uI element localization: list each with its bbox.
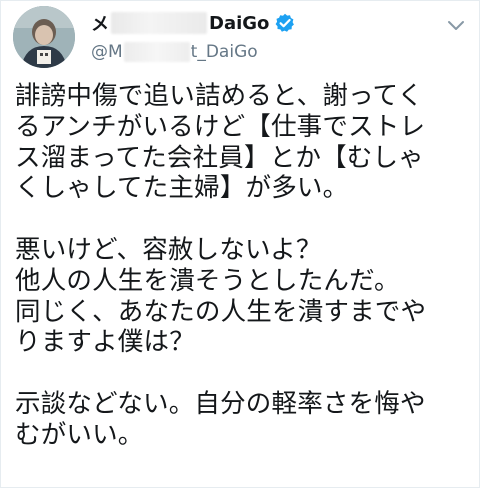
author-name[interactable]: メ DaiGo xyxy=(91,10,295,36)
tweet-line: むがいい。 xyxy=(15,419,144,450)
tweet-line: 他人の人生を潰そうとしたんだ。 xyxy=(15,265,400,296)
author-handle-suffix: t_DaiGo xyxy=(190,42,258,62)
avatar[interactable] xyxy=(13,6,75,68)
author-name-redaction xyxy=(111,12,207,34)
tweet-line: 同じく、あなたの人生を潰すまでや xyxy=(15,296,427,327)
tweet-line: 悪いけど、容赦しないよ？ xyxy=(15,234,322,265)
tweet-line: 示談などない。自分の軽率さを悔や xyxy=(15,388,426,419)
tweet-line: るアンチがいるけど【仕事でストレ xyxy=(15,111,426,142)
tweet-line: 誹謗中傷で追い詰めると、謝ってく xyxy=(15,81,424,111)
tweet-line: りますよ僕は？ xyxy=(15,327,195,358)
author-handle-redaction xyxy=(123,42,190,62)
author-name-prefix: メ xyxy=(91,14,109,35)
author-name-suffix: DaiGo xyxy=(209,12,270,34)
chevron-down-icon[interactable] xyxy=(447,17,465,30)
verified-badge-icon xyxy=(275,13,295,33)
tweet-line: くしゃしてた主婦】が多い。 xyxy=(15,173,349,204)
tweet-text: 誹謗中傷で追い詰めると、謝ってく るアンチがいるけど【仕事でストレ ス溜まってた… xyxy=(15,81,471,451)
tweet-line: ス溜まってた会社員】とか【むしゃ xyxy=(15,142,424,173)
author-handle[interactable]: @M t_DaiGo xyxy=(91,41,258,63)
tweet-card: メ DaiGo @M t_DaiGo 誹謗中傷で追い詰めると、謝ってく るアンチ… xyxy=(0,0,480,488)
author-handle-prefix: @M xyxy=(91,42,123,62)
